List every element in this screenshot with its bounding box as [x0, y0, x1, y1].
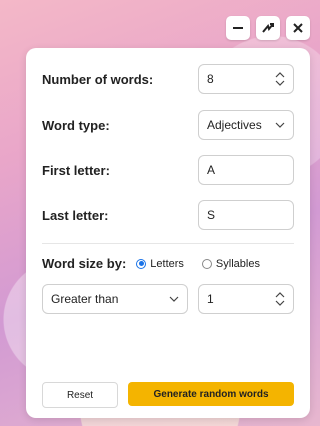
last-letter-input[interactable]: S [198, 200, 294, 230]
word-type-label: Word type: [42, 117, 110, 133]
radio-syllables-dot [201, 258, 212, 269]
footer: Reset Generate random words [42, 382, 294, 408]
generate-button[interactable]: Generate random words [128, 382, 294, 406]
radio-letters[interactable]: Letters [136, 258, 184, 270]
num-words-row: Number of words: 8 [42, 64, 294, 94]
word-type-value: Adjectives [207, 118, 262, 132]
word-size-label: Word size by: [42, 256, 127, 271]
divider [42, 243, 294, 244]
radio-syllables[interactable]: Syllables [201, 257, 260, 270]
word-type-select[interactable]: Adjectives [198, 110, 294, 140]
shuffle-button[interactable] [256, 16, 280, 40]
word-size-controls: Greater than 1 [42, 284, 294, 314]
first-letter-row: First letter: A [42, 155, 294, 185]
comparison-select[interactable]: Greater than [42, 284, 188, 314]
last-letter-value: S [207, 208, 216, 222]
word-size-row: Word size by: Letters Syllables [42, 256, 294, 271]
stepper-icon [275, 72, 285, 86]
radio-syllables-label: Syllables [215, 257, 260, 270]
last-letter-label: Last letter: [42, 207, 109, 223]
num-words-value: 8 [207, 72, 214, 86]
window-controls [226, 16, 310, 40]
comparison-value: Greater than [51, 292, 119, 306]
chevron-down-icon [169, 296, 179, 302]
minimize-button[interactable] [226, 16, 250, 40]
close-button[interactable] [286, 16, 310, 40]
reset-button[interactable]: Reset [42, 382, 118, 408]
stepper-icon [275, 292, 285, 306]
close-icon [293, 23, 303, 33]
shuffle-icon [262, 23, 274, 33]
radio-letters-dot [136, 258, 147, 269]
minimize-icon [233, 27, 243, 29]
generator-panel: Number of words: 8 Word type: Adjectives… [26, 48, 310, 418]
num-words-stepper[interactable]: 8 [198, 64, 294, 94]
radio-letters-label: Letters [150, 257, 184, 270]
num-words-label: Number of words: [42, 71, 154, 87]
word-type-row: Word type: Adjectives [42, 110, 294, 140]
first-letter-value: A [207, 163, 216, 177]
chevron-down-icon [275, 122, 285, 128]
word-size-value: 1 [207, 292, 214, 306]
first-letter-label: First letter: [42, 162, 110, 178]
first-letter-input[interactable]: A [198, 155, 294, 185]
last-letter-row: Last letter: S [42, 200, 294, 230]
word-size-stepper[interactable]: 1 [198, 284, 294, 314]
